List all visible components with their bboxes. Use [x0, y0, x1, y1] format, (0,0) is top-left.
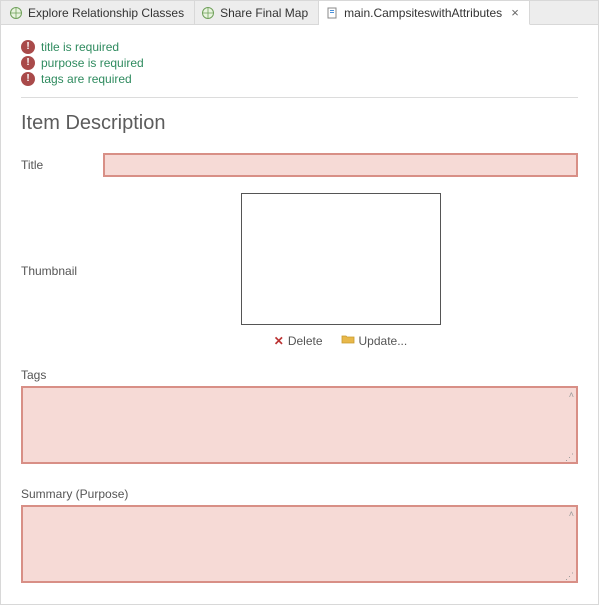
tab-share-final-map[interactable]: Share Final Map [195, 1, 319, 24]
warning-row: ! title is required [21, 39, 578, 55]
tab-strip: Explore Relationship Classes Share Final… [1, 1, 598, 25]
thumbnail-row: Thumbnail ✕ Delete Update... [21, 193, 578, 348]
warning-text: purpose is required [41, 56, 144, 70]
tab-label: main.CampsiteswithAttributes [344, 6, 502, 20]
warning-text: title is required [41, 40, 119, 54]
tab-label: Share Final Map [220, 6, 308, 20]
delete-thumbnail-button[interactable]: ✕ Delete [274, 333, 323, 348]
tab-explore-relationship-classes[interactable]: Explore Relationship Classes [3, 1, 195, 24]
error-icon: ! [21, 40, 35, 54]
summary-label: Summary (Purpose) [21, 487, 578, 501]
tab-main-campsites[interactable]: main.CampsiteswithAttributes × [319, 1, 530, 25]
summary-block: Summary (Purpose) ˄ ⋰ [21, 487, 578, 586]
thumbnail-preview[interactable] [241, 193, 441, 325]
title-label: Title [21, 158, 91, 172]
validation-warnings: ! title is required ! purpose is require… [21, 39, 578, 87]
tags-label: Tags [21, 368, 578, 382]
tags-input[interactable] [21, 386, 578, 464]
summary-input[interactable] [21, 505, 578, 583]
tags-block: Tags ˄ ⋰ [21, 368, 578, 467]
content-panel: ! title is required ! purpose is require… [1, 25, 598, 586]
thumbnail-label: Thumbnail [21, 264, 91, 278]
update-thumbnail-button[interactable]: Update... [341, 333, 408, 348]
globe-icon [9, 6, 23, 20]
title-row: Title [21, 153, 578, 177]
error-icon: ! [21, 72, 35, 86]
error-icon: ! [21, 56, 35, 70]
warning-text: tags are required [41, 72, 132, 86]
folder-icon [341, 333, 355, 348]
file-icon [325, 6, 339, 20]
warning-row: ! purpose is required [21, 55, 578, 71]
tab-label: Explore Relationship Classes [28, 6, 184, 20]
globe-icon [201, 6, 215, 20]
thumbnail-actions: ✕ Delete Update... [274, 333, 407, 348]
divider [21, 97, 578, 98]
close-icon[interactable]: × [511, 6, 519, 19]
thumbnail-area: ✕ Delete Update... [103, 193, 578, 348]
section-heading: Item Description [21, 112, 578, 135]
delete-label: Delete [288, 334, 323, 348]
x-icon: ✕ [274, 334, 284, 348]
update-label: Update... [359, 334, 408, 348]
warning-row: ! tags are required [21, 71, 578, 87]
title-input[interactable] [103, 153, 578, 177]
